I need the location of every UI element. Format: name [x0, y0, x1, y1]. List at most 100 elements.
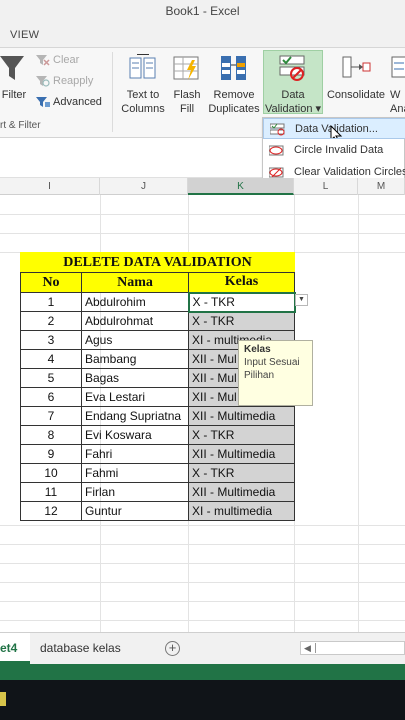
cell-nama[interactable]: Agus	[81, 330, 189, 350]
flash-fill-button[interactable]: Flash Fill	[169, 54, 205, 116]
header-no[interactable]: No	[20, 272, 82, 293]
group-label-sort-filter: rt & Filter	[0, 120, 41, 131]
text-to-columns-label-1: Text to	[126, 89, 160, 101]
cell-kelas[interactable]: XII - Multimedia	[188, 482, 295, 502]
cell-kelas[interactable]: XI - multimedia	[188, 501, 295, 521]
gridline	[0, 544, 405, 545]
cell-nama[interactable]: Abdulrohmat	[81, 311, 189, 331]
window-title: Book1 - Excel	[165, 4, 240, 18]
cell-no[interactable]: 3	[20, 330, 82, 350]
taskbar-app-icon[interactable]	[0, 692, 6, 706]
sheet-tab-bar: et4 database kelas + ◀	[0, 632, 405, 664]
tooltip-title: Kelas	[244, 344, 271, 355]
cell-kelas-active[interactable]: X - TKR	[187, 291, 296, 313]
cell-no[interactable]: 12	[20, 501, 82, 521]
what-if-label-1: W	[390, 89, 401, 101]
column-header-i[interactable]: I	[0, 178, 100, 195]
tooltip-line: Pilihan	[244, 370, 275, 381]
table-row: 7 Endang Supriatna XII - Multimedia	[20, 406, 295, 426]
advanced-filter-icon	[36, 96, 50, 108]
clear-label: Clear	[53, 54, 80, 66]
cell-nama[interactable]: Fahri	[81, 444, 189, 464]
cell-kelas[interactable]: X - TKR	[188, 311, 295, 331]
cell-nama[interactable]: Firlan	[81, 482, 189, 502]
data-validation-button[interactable]: Data Validation ▾	[263, 54, 323, 116]
add-sheet-button[interactable]: +	[165, 641, 180, 656]
cell-no[interactable]: 7	[20, 406, 82, 426]
table-row: 9 Fahri XII - Multimedia	[20, 444, 295, 464]
tooltip-body: Input Sesuai Pilihan	[244, 356, 307, 382]
cell-nama[interactable]: Fahmi	[81, 463, 189, 483]
cell-dropdown-arrow-icon[interactable]: ▼	[295, 294, 308, 306]
cell-kelas[interactable]: XII - Multimedia	[188, 444, 295, 464]
gridline	[0, 620, 405, 621]
what-if-icon	[390, 54, 405, 82]
flash-fill-label-1: Flash	[173, 89, 201, 101]
input-message-tooltip: Kelas Input Sesuai Pilihan	[238, 340, 313, 406]
scroll-left-icon[interactable]: ◀	[304, 643, 311, 654]
text-to-columns-button[interactable]: Text to Columns	[118, 53, 168, 116]
cell-nama[interactable]: Guntur	[81, 501, 189, 521]
tooltip-line: Input Sesuai	[244, 357, 300, 368]
cell-nama[interactable]: Bambang	[81, 349, 189, 369]
what-if-analysis-button[interactable]: W Ana	[390, 54, 405, 116]
cell-no[interactable]: 10	[20, 463, 82, 483]
tab-view[interactable]: VIEW	[10, 29, 39, 41]
cell-no[interactable]: 1	[20, 292, 82, 312]
data-validation-icon	[278, 54, 308, 82]
flash-fill-icon	[172, 54, 202, 82]
advanced-filter-button[interactable]: Advanced	[36, 93, 102, 111]
consolidate-button[interactable]: Consolidate	[325, 54, 387, 102]
cell-no[interactable]: 5	[20, 368, 82, 388]
filter-button[interactable]: Filter	[0, 54, 28, 102]
column-header-row: I J K L M	[0, 178, 405, 195]
sheet-tab-active[interactable]: et4	[0, 633, 30, 664]
status-bar	[0, 664, 405, 680]
cell-no[interactable]: 8	[20, 425, 82, 445]
gridline	[0, 233, 405, 234]
reapply-button[interactable]: Reapply	[36, 72, 93, 90]
cell-nama[interactable]: Evi Koswara	[81, 425, 189, 445]
text-to-columns-label-2: Columns	[121, 103, 165, 115]
what-if-label-2: Ana	[390, 103, 405, 115]
sheet-tab-database-kelas[interactable]: database kelas	[40, 633, 121, 664]
table-row: 10 Fahmi X - TKR	[20, 463, 295, 483]
cell-nama[interactable]: Bagas	[81, 368, 189, 388]
header-kelas[interactable]: Kelas	[188, 272, 295, 293]
cell-no[interactable]: 2	[20, 311, 82, 331]
cell-kelas[interactable]: X - TKR	[188, 463, 295, 483]
column-header-j[interactable]: J	[100, 178, 188, 195]
cell-kelas[interactable]: X - TKR	[188, 425, 295, 445]
cell-no[interactable]: 9	[20, 444, 82, 464]
table-row: 1 Abdulrohim X - TKR	[20, 291, 296, 313]
data-validation-label-1: Data	[281, 89, 305, 101]
advanced-label: Advanced	[53, 96, 102, 108]
circle-invalid-data-icon	[268, 144, 285, 157]
menu-item-circle-invalid-data[interactable]: Circle Invalid Data	[263, 140, 405, 161]
title-bar: Book1 - Excel	[0, 0, 405, 26]
data-validation-small-icon	[269, 123, 286, 136]
cell-kelas[interactable]: XII - Multimedia	[188, 406, 295, 426]
column-header-k[interactable]: K	[188, 178, 294, 195]
header-nama[interactable]: Nama	[81, 272, 189, 293]
table-row: 12 Guntur XI - multimedia	[20, 501, 295, 521]
ribbon-separator	[112, 52, 113, 132]
table-title[interactable]: DELETE DATA VALIDATION	[20, 252, 295, 273]
cell-nama[interactable]: Endang Supriatna	[81, 406, 189, 426]
cell-nama[interactable]: Abdulrohim	[81, 292, 189, 312]
column-header-l[interactable]: L	[294, 178, 358, 195]
cell-no[interactable]: 6	[20, 387, 82, 407]
data-validation-menu: Data Validation... Circle Invalid Data C…	[262, 117, 405, 183]
menu-item-data-validation[interactable]: Data Validation...	[263, 118, 405, 139]
column-header-m[interactable]: M	[358, 178, 405, 195]
cell-no[interactable]: 4	[20, 349, 82, 369]
ribbon-tab-bar: VIEW	[0, 26, 405, 48]
remove-duplicates-button[interactable]: Remove Duplicates	[206, 54, 262, 116]
horizontal-scrollbar[interactable]: ◀	[300, 641, 405, 655]
remove-duplicates-label-2: Duplicates	[208, 103, 260, 115]
table-row: 8 Evi Koswara X - TKR	[20, 425, 295, 445]
flash-fill-label-2: Fill	[179, 103, 195, 115]
cell-no[interactable]: 11	[20, 482, 82, 502]
cell-nama[interactable]: Eva Lestari	[81, 387, 189, 407]
clear-filter-button[interactable]: Clear	[36, 51, 79, 69]
